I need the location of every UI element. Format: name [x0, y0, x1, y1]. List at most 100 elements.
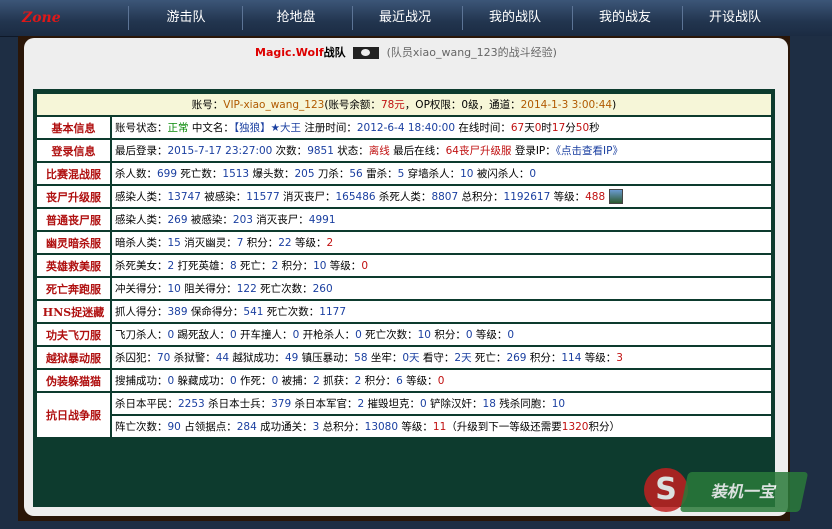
- stat-label: 在线时间：: [455, 122, 511, 134]
- stats-row: 抗日战争服 杀日本平民：2253 杀日本士兵：379 杀日本军官：2 摧毁坦克：0…: [37, 393, 771, 437]
- stat-value: 0: [465, 329, 473, 341]
- stat-value: 165486: [335, 190, 376, 203]
- stats-cell: 杀囚犯：70 杀狱警：44 越狱成功：49 镇压暴动：58 坐牢：0天 看守：2…: [112, 347, 771, 368]
- server-label[interactable]: 功夫飞刀服: [37, 324, 110, 345]
- stats-table-frame: 账号：VIP-xiao_wang_123(账号余额：78元，OP权限：0级，通道…: [33, 89, 775, 507]
- nav-divider: [242, 6, 243, 30]
- stat-value: 64丧尸升级服: [445, 145, 512, 157]
- stat-value: 699: [157, 168, 178, 180]
- stat-label: 积分：: [431, 329, 466, 341]
- stat-label: （升级到下一等级还需要: [446, 421, 562, 433]
- stat-value: 379: [271, 398, 292, 410]
- player-avatar-icon[interactable]: [609, 189, 624, 205]
- nav-item-guerrilla[interactable]: 游击队: [136, 0, 236, 36]
- stat-label: 抓获：: [319, 375, 355, 387]
- account-summary: 账号：VIP-xiao_wang_123(账号余额：78元，OP权限：0级，通道…: [37, 94, 771, 115]
- stat-label: 抓人得分：: [115, 306, 168, 318]
- stat-label: 等级：: [581, 352, 617, 364]
- stat-value: 260: [312, 283, 333, 295]
- stat-label: 穿墙杀人：: [404, 168, 461, 180]
- stat-label: 杀人数：: [115, 168, 157, 180]
- stats-row: 普通丧尸服 感染人类：269 被感染：203 消灭丧尸：4991: [37, 209, 771, 230]
- server-label[interactable]: 伪装躲猫猫: [37, 370, 110, 391]
- stat-value: 49: [284, 352, 299, 364]
- stat-value: 1513: [222, 168, 250, 180]
- stat-value: 6: [396, 375, 403, 387]
- server-label[interactable]: 登录信息: [37, 140, 110, 161]
- nav-item-territory[interactable]: 抢地盘: [246, 0, 346, 36]
- stat-label: 等级：: [550, 190, 586, 203]
- watermark-text: 装机一宝: [679, 472, 809, 512]
- nav-item-my-teammates[interactable]: 我的战友: [575, 0, 675, 36]
- server-label[interactable]: 丧尸升级服: [37, 186, 110, 207]
- stat-value: 22: [278, 237, 292, 249]
- stat-value: 2: [313, 375, 320, 387]
- team-header: Magic.Wolf战队 (队员xiao_wang_123的战斗经验): [24, 44, 788, 60]
- server-label[interactable]: 幽灵暗杀服: [37, 232, 110, 253]
- stat-label: 等级：: [291, 237, 327, 249]
- stat-label: 杀日本士兵：: [204, 398, 272, 410]
- server-label[interactable]: 基本信息: [37, 117, 110, 138]
- nav-item-my-team[interactable]: 我的战队: [465, 0, 565, 36]
- team-name[interactable]: Magic.Wolf战队: [255, 46, 346, 59]
- site-logo[interactable]: Zone: [22, 4, 132, 32]
- stat-label: 刀杀：: [314, 168, 350, 180]
- stats-cell: 冲关得分：10 阻关得分：122 死亡次数：260: [112, 278, 771, 299]
- stat-label: 冲关得分：: [115, 283, 168, 295]
- account-id: VIP-xiao_wang_123: [223, 99, 325, 111]
- stats-row: 幽灵暗杀服 暗杀人类：15 消灭幽灵：7 积分：22 等级：2: [37, 232, 771, 253]
- right-gutter: [790, 36, 832, 529]
- account-row: 账号：VIP-xiao_wang_123(账号余额：78元，OP权限：0级，通道…: [37, 94, 771, 115]
- server-label[interactable]: 越狱暴动服: [37, 347, 110, 368]
- stat-label: 等级：: [402, 375, 438, 387]
- stat-value: 13080: [364, 421, 399, 433]
- stat-value: 2天: [454, 352, 472, 364]
- stat-label: 杀狱警：: [170, 352, 216, 364]
- stats-cell: 最后登录：2015-7-17 23:27:00 次数：9851 状态：离线 最后…: [112, 140, 771, 161]
- stat-label: 踢死敌人：: [174, 329, 231, 341]
- stat-label: 积分）: [588, 421, 621, 433]
- stat-value: 1320: [561, 421, 589, 433]
- stat-value: 0: [529, 168, 537, 180]
- stat-label: 打死英雄：: [174, 260, 231, 272]
- stats-cell: 账号状态：正常 中文名：【独狼】★大王 注册时间：2012-6-4 18:40:…: [112, 117, 771, 138]
- server-label[interactable]: 死亡奔跑服: [37, 278, 110, 299]
- stat-label: 等级：: [398, 421, 433, 433]
- content-panel: Magic.Wolf战队 (队员xiao_wang_123的战斗经验) 账号：V…: [24, 38, 788, 516]
- stat-label: 开车撞人：: [236, 329, 293, 341]
- server-label[interactable]: 英雄救美服: [37, 255, 110, 276]
- stat-label: 杀囚犯：: [115, 352, 157, 364]
- stat-value: 0: [361, 260, 368, 272]
- stat-value: 1192617: [503, 190, 551, 203]
- stat-label: 作死：: [236, 375, 272, 387]
- stats-cell: 感染人类：13747 被感染：11577 消灭丧尸：165486 杀死人类：88…: [112, 186, 771, 207]
- stats-row: HNS捉迷藏 抓人得分：389 保命得分：541 死亡次数：1177: [37, 301, 771, 322]
- stat-label: 等级：: [326, 260, 362, 272]
- server-label[interactable]: HNS捉迷藏: [37, 301, 110, 322]
- stat-value: 488: [585, 190, 606, 203]
- stat-value: 58: [354, 352, 368, 364]
- top-navigation: Zone 游击队 抢地盘 最近战况 我的战队 我的战友 开设战队: [0, 0, 832, 37]
- stat-value: 15: [167, 237, 181, 249]
- nav-divider: [128, 6, 129, 30]
- stat-value: 50: [575, 122, 590, 134]
- stat-label: 雷杀：: [362, 168, 398, 180]
- nav-item-create-team[interactable]: 开设战队: [685, 0, 785, 36]
- stats-cell: 杀死美女：2 打死英雄：8 死亡：2 积分：10 等级：0: [112, 255, 771, 276]
- stat-value: 0: [230, 329, 237, 341]
- server-label[interactable]: 普通丧尸服: [37, 209, 110, 230]
- stat-label: 最后登录：: [115, 145, 168, 157]
- stat-value: 0: [355, 329, 362, 341]
- stat-value: 17: [551, 122, 566, 134]
- stat-label: 成功通关：: [256, 421, 313, 433]
- server-label[interactable]: 比赛混战服: [37, 163, 110, 184]
- stat-value: 13747: [167, 190, 201, 203]
- stats-row: 比赛混战服 杀人数：699 死亡数：1513 爆头数：205 刀杀：56 雷杀：5…: [37, 163, 771, 184]
- stat-label: 死亡次数：: [256, 283, 313, 295]
- stat-label: 积分：: [361, 375, 397, 387]
- nav-item-recent-battles[interactable]: 最近战况: [355, 0, 455, 36]
- stat-label: 消灭丧尸：: [279, 190, 336, 203]
- server-label[interactable]: 抗日战争服: [37, 393, 110, 437]
- stat-value: 4991: [308, 214, 336, 226]
- watermark-logo: S 装机一宝: [644, 462, 809, 520]
